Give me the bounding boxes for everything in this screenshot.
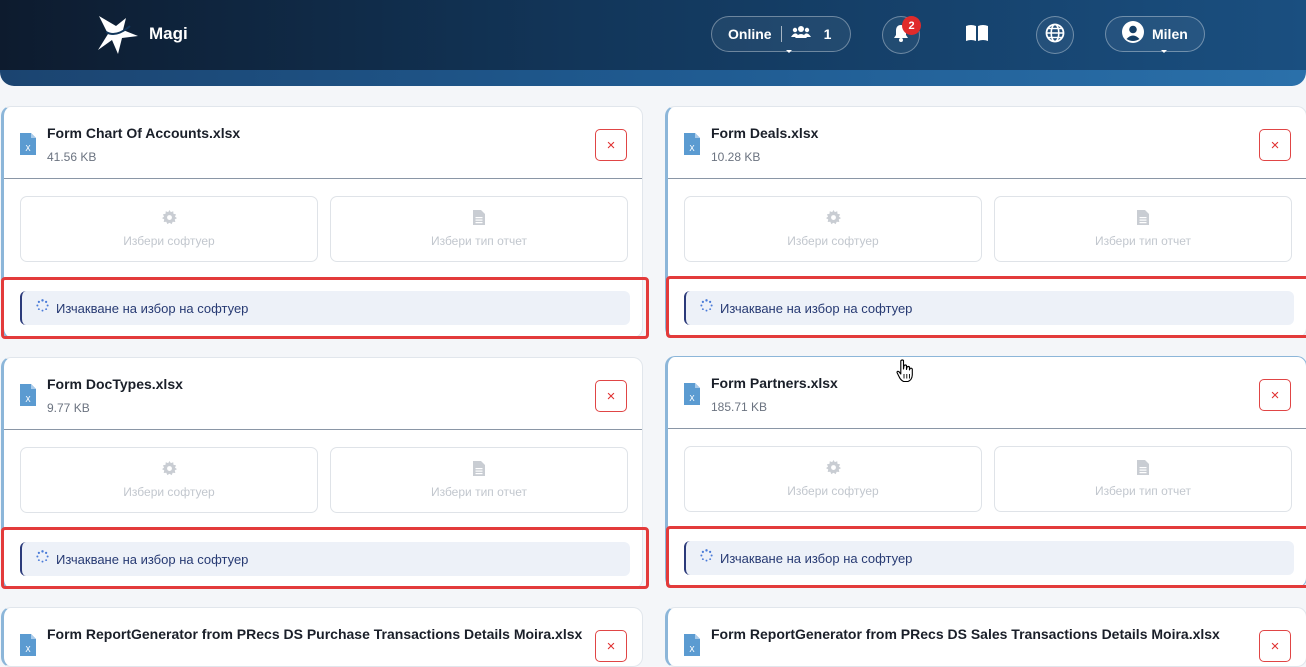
online-separator (780, 26, 782, 42)
card-divider (4, 429, 642, 430)
language-button[interactable] (1036, 16, 1074, 54)
card-divider (668, 428, 1306, 429)
svg-text:X: X (25, 144, 31, 153)
file-name: Form DocTypes.xlsx (47, 376, 183, 392)
remove-file-button[interactable]: × (595, 630, 627, 662)
card-divider (668, 178, 1306, 179)
remove-file-button[interactable]: × (595, 129, 627, 161)
status-text: Изчакване на избор на софтуер (720, 550, 913, 566)
file-excel-icon: X (684, 383, 700, 410)
card-divider (4, 178, 642, 179)
remove-file-button[interactable]: × (1259, 379, 1291, 411)
gear-icon (161, 461, 177, 479)
gear-icon (161, 210, 177, 228)
spinner-icon (700, 299, 713, 317)
globe-icon (1045, 23, 1065, 48)
file-name: Form Chart Of Accounts.xlsx (47, 125, 241, 141)
chevron-down-icon (1161, 50, 1167, 53)
top-navbar: Magi Online 1 2 Milen (0, 0, 1306, 70)
spinner-icon (700, 549, 713, 567)
magi-logo-icon[interactable] (96, 14, 140, 56)
svg-text:X: X (25, 645, 31, 654)
brand-name[interactable]: Magi (149, 24, 188, 44)
status-message: Изчакване на избор на софтуер (20, 542, 630, 576)
svg-text:X: X (25, 395, 31, 404)
select-software-label: Избери софтуер (787, 234, 879, 248)
file-size: 185.71 KB (711, 400, 768, 414)
select-software-label: Избери софтуер (123, 485, 215, 499)
select-report-type-button[interactable]: Избери тип отчет (330, 196, 628, 262)
status-message: Изчакване на избор на софтуер (20, 291, 630, 325)
status-text: Изчакване на избор на софтуер (56, 551, 249, 567)
book-open-icon (965, 24, 989, 47)
document-icon (473, 461, 485, 479)
file-card: X Form Partners.xlsx 185.71 KB × Избери … (665, 356, 1306, 588)
documentation-button[interactable] (958, 16, 996, 54)
select-software-button[interactable]: Избери софтуер (684, 446, 982, 512)
select-report-type-label: Избери тип отчет (430, 485, 528, 499)
file-name: Form ReportGenerator from PRecs DS Sales… (711, 626, 1220, 642)
file-size: 9.77 KB (47, 401, 90, 415)
svg-text:X: X (689, 394, 695, 403)
select-report-type-button[interactable]: Избери тип отчет (330, 447, 628, 513)
users-icon (790, 25, 811, 44)
remove-file-button[interactable]: × (1259, 630, 1291, 662)
file-card: X Form Deals.xlsx 10.28 KB × Избери софт… (665, 106, 1306, 338)
notification-count-badge: 2 (902, 16, 921, 35)
user-avatar-icon (1122, 20, 1144, 48)
select-software-button[interactable]: Избери софтуер (684, 196, 982, 262)
document-icon (1137, 210, 1149, 228)
select-report-type-button[interactable]: Избери тип отчет (994, 196, 1292, 262)
gear-icon (825, 460, 841, 478)
file-excel-icon: X (684, 634, 700, 661)
file-card: X Form ReportGenerator from PRecs DS Sal… (665, 607, 1306, 667)
chevron-down-icon (786, 50, 792, 53)
status-message: Изчакване на избор на софтуер (684, 291, 1294, 325)
file-card: X Form ReportGenerator from PRecs DS Pur… (1, 607, 643, 667)
remove-file-button[interactable]: × (595, 380, 627, 412)
select-software-button[interactable]: Избери софтуер (20, 447, 318, 513)
select-report-type-label: Избери тип отчет (1094, 484, 1192, 498)
status-message: Изчакване на избор на софтуер (684, 541, 1294, 575)
status-text: Изчакване на избор на софтуер (720, 300, 913, 316)
file-excel-icon: X (684, 133, 700, 160)
hand-pointer-cursor-icon (896, 359, 914, 388)
file-name: Form Deals.xlsx (711, 125, 819, 141)
svg-text:X: X (689, 645, 695, 654)
spinner-icon (36, 299, 49, 317)
online-users-dropdown[interactable]: Online 1 (711, 16, 851, 53)
select-software-label: Избери софтуер (123, 234, 215, 248)
select-software-label: Избери софтуер (787, 484, 879, 498)
online-label: Online (728, 26, 772, 42)
user-name: Milen (1152, 26, 1188, 42)
select-report-type-label: Избери тип отчет (430, 234, 528, 248)
select-report-type-button[interactable]: Избери тип отчет (994, 446, 1292, 512)
remove-file-button[interactable]: × (1259, 129, 1291, 161)
svg-text:X: X (689, 144, 695, 153)
document-icon (473, 210, 485, 228)
file-excel-icon: X (20, 133, 36, 160)
status-text: Изчакване на избор на софтуер (56, 300, 249, 316)
user-menu-dropdown[interactable]: Milen (1105, 16, 1205, 53)
select-report-type-label: Избери тип отчет (1094, 234, 1192, 248)
file-name: Form Partners.xlsx (711, 375, 838, 391)
select-software-button[interactable]: Избери софтуер (20, 196, 318, 262)
file-size: 41.56 KB (47, 150, 97, 164)
gear-icon (825, 210, 841, 228)
document-icon (1137, 460, 1149, 478)
spinner-icon (36, 550, 49, 568)
file-excel-icon: X (20, 384, 36, 411)
file-size: 10.28 KB (711, 150, 761, 164)
online-count: 1 (823, 26, 832, 42)
file-name: Form ReportGenerator from PRecs DS Purch… (47, 626, 583, 642)
file-card: X Form Chart Of Accounts.xlsx 41.56 KB ×… (1, 106, 643, 338)
file-excel-icon: X (20, 634, 36, 661)
file-card: X Form DocTypes.xlsx 9.77 KB × Избери со… (1, 357, 643, 589)
